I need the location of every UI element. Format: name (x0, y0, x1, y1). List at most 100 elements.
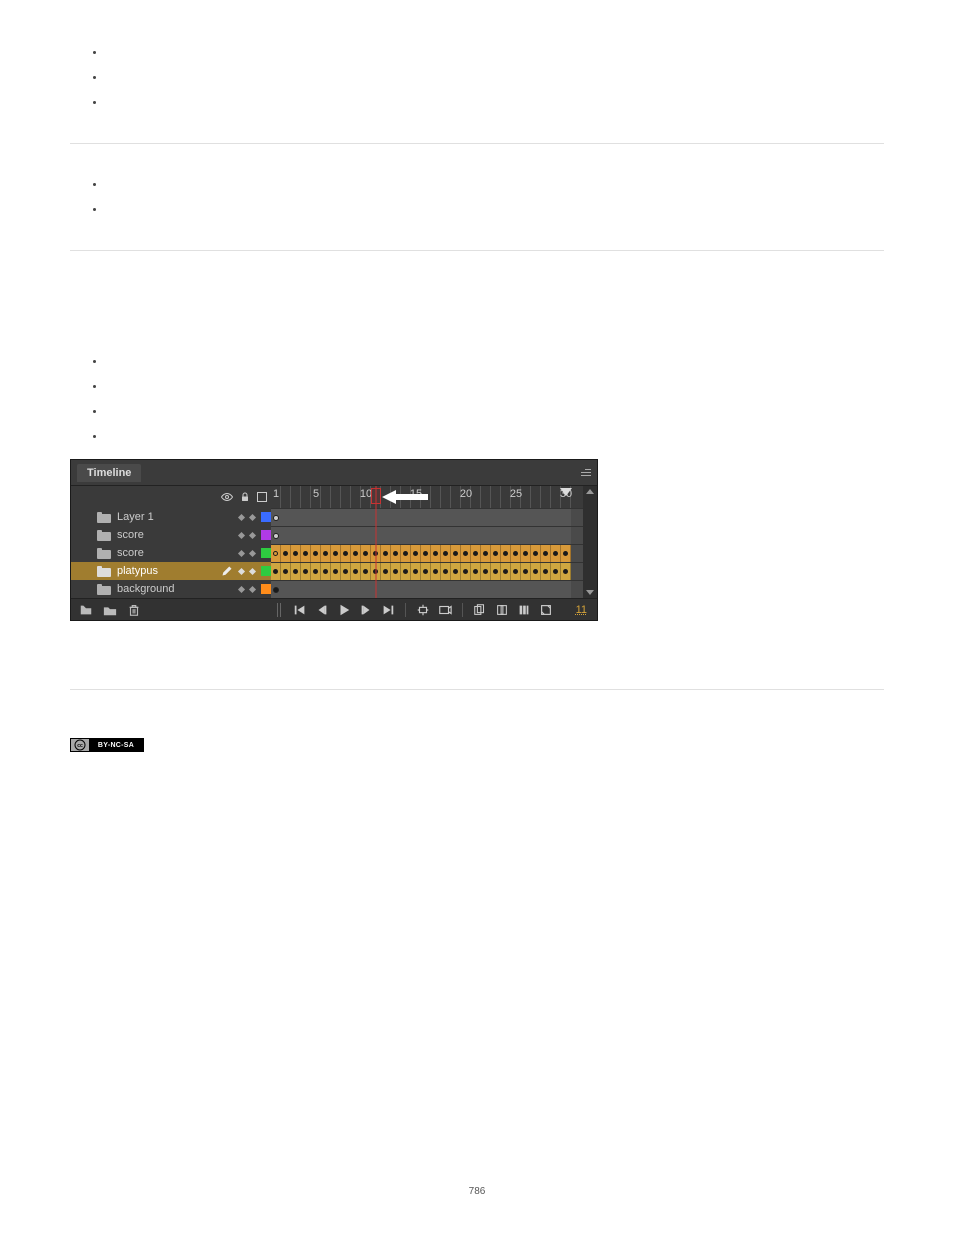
keyframe-solid[interactable] (273, 587, 279, 593)
frame-cell[interactable] (281, 545, 291, 562)
frame-cell[interactable] (501, 563, 511, 580)
frame-cell[interactable] (561, 563, 571, 580)
layer-row[interactable]: score (71, 544, 271, 562)
visibility-dot[interactable] (238, 567, 245, 574)
frame-cell[interactable] (411, 545, 421, 562)
go-first-frame-icon[interactable] (293, 603, 307, 617)
cc-license-badge[interactable]: cc BY-NC-SA (70, 738, 144, 752)
frame-cell[interactable] (461, 545, 471, 562)
frame-cell[interactable] (331, 563, 341, 580)
frame-cell[interactable] (281, 563, 291, 580)
go-last-frame-icon[interactable] (381, 603, 395, 617)
frame-cell[interactable] (401, 545, 411, 562)
frame-cell[interactable] (391, 545, 401, 562)
lock-dot[interactable] (249, 513, 256, 520)
frame-cell[interactable] (351, 563, 361, 580)
frame-cell[interactable] (461, 563, 471, 580)
visibility-dot[interactable] (238, 513, 245, 520)
frame-cell[interactable] (381, 545, 391, 562)
layer-row[interactable]: platypus (71, 562, 271, 580)
frame-cell[interactable] (541, 545, 551, 562)
scroll-up-icon[interactable] (586, 489, 594, 494)
timeline-tab[interactable]: Timeline (77, 464, 141, 482)
frame-cell[interactable] (501, 545, 511, 562)
playhead[interactable] (371, 488, 381, 504)
frame-cell[interactable] (471, 545, 481, 562)
frame-cell[interactable] (531, 563, 541, 580)
edit-multiple-frames-icon[interactable] (517, 603, 531, 617)
frame-cell[interactable] (541, 563, 551, 580)
layer-color-swatch[interactable] (261, 584, 271, 594)
delete-icon[interactable] (127, 603, 141, 617)
frame-cell[interactable] (301, 545, 311, 562)
new-layer-icon[interactable] (79, 603, 93, 617)
frame-cell[interactable] (491, 545, 501, 562)
track-row[interactable] (271, 580, 597, 598)
frame-cell[interactable] (511, 563, 521, 580)
frame-cell[interactable] (421, 563, 431, 580)
frame-cell[interactable] (391, 563, 401, 580)
frame-cell[interactable] (381, 563, 391, 580)
layer-color-swatch[interactable] (261, 512, 271, 522)
modify-markers-icon[interactable] (539, 603, 553, 617)
frame-cell[interactable] (341, 545, 351, 562)
frame-cell[interactable] (521, 563, 531, 580)
track-row[interactable] (271, 526, 597, 544)
layer-row[interactable]: score (71, 526, 271, 544)
current-frame-display[interactable]: 11 (576, 604, 587, 616)
frame-cell[interactable] (291, 545, 301, 562)
frame-cell[interactable] (521, 545, 531, 562)
lock-icon[interactable] (239, 491, 251, 503)
lock-dot[interactable] (249, 531, 256, 538)
panel-menu-icon[interactable] (575, 466, 591, 480)
step-back-icon[interactable] (315, 603, 329, 617)
keyframe-hollow[interactable] (273, 533, 279, 539)
frame-cell[interactable] (311, 563, 321, 580)
timeline-end-marker[interactable] (560, 488, 572, 496)
frame-cell[interactable] (481, 563, 491, 580)
frame-cell[interactable] (451, 563, 461, 580)
layer-row[interactable]: background (71, 580, 271, 598)
layer-color-swatch[interactable] (261, 530, 271, 540)
onion-markers-icon[interactable] (495, 603, 509, 617)
frame-cell[interactable] (271, 545, 281, 562)
vertical-scrollbar[interactable] (583, 486, 597, 598)
frame-cell[interactable] (331, 545, 341, 562)
frame-cell[interactable] (441, 563, 451, 580)
frame-cell[interactable] (471, 563, 481, 580)
scroll-down-icon[interactable] (586, 590, 594, 595)
frame-cell[interactable] (271, 563, 281, 580)
track-row[interactable] (271, 544, 597, 562)
frame-cell[interactable] (321, 563, 331, 580)
frame-cell[interactable] (561, 545, 571, 562)
frame-cell[interactable] (511, 545, 521, 562)
lock-dot[interactable] (249, 585, 256, 592)
outline-toggle-icon[interactable] (257, 492, 267, 502)
frame-cell[interactable] (301, 563, 311, 580)
track-row[interactable] (271, 562, 597, 580)
frame-cell[interactable] (431, 563, 441, 580)
step-forward-icon[interactable] (359, 603, 373, 617)
visibility-dot[interactable] (238, 549, 245, 556)
frame-cell[interactable] (401, 563, 411, 580)
frame-cell[interactable] (531, 545, 541, 562)
center-frame-icon[interactable] (416, 603, 430, 617)
play-icon[interactable] (337, 603, 351, 617)
frame-cell[interactable] (551, 545, 561, 562)
frame-cell[interactable] (451, 545, 461, 562)
frame-cell[interactable] (341, 563, 351, 580)
frame-cell[interactable] (491, 563, 501, 580)
frame-cell[interactable] (361, 545, 371, 562)
frame-cell[interactable] (411, 563, 421, 580)
frame-cell[interactable] (421, 545, 431, 562)
keyframe-hollow[interactable] (273, 515, 279, 521)
visibility-dot[interactable] (238, 531, 245, 538)
lock-dot[interactable] (249, 549, 256, 556)
frame-cell[interactable] (441, 545, 451, 562)
lock-dot[interactable] (249, 567, 256, 574)
layer-color-swatch[interactable] (261, 566, 271, 576)
frame-cell[interactable] (351, 545, 361, 562)
frame-cell[interactable] (311, 545, 321, 562)
track-row[interactable] (271, 508, 597, 526)
frame-ruler[interactable]: 151015202530 (271, 486, 597, 508)
